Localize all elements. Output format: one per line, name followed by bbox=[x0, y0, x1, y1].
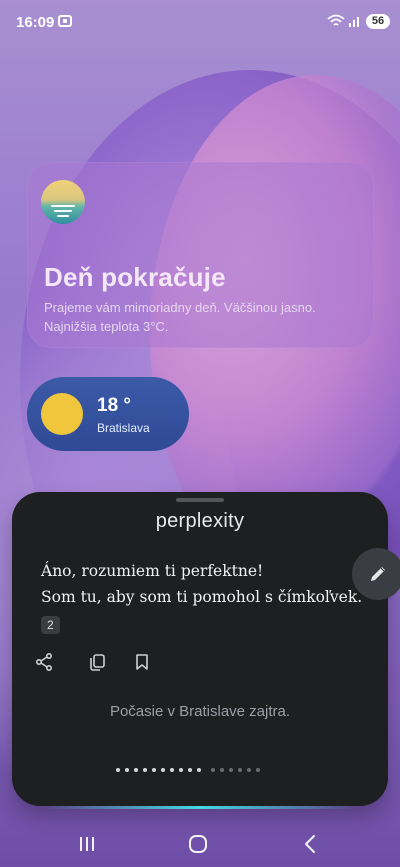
listening-indicator bbox=[42, 806, 358, 809]
weather-card-description: Prajeme vám mimoriadny deň. Väčšinou jas… bbox=[44, 300, 316, 334]
pagination-dot[interactable] bbox=[143, 768, 147, 772]
recent-apps-icon bbox=[80, 837, 94, 851]
drag-handle[interactable] bbox=[176, 498, 224, 502]
pagination-dot[interactable] bbox=[179, 768, 183, 772]
weather-city: Bratislava bbox=[97, 421, 150, 435]
pagination-dot[interactable] bbox=[170, 768, 174, 772]
assistant-answer: Áno, rozumiem ti perfektne! Som tu, aby … bbox=[41, 558, 381, 637]
bookmark-icon[interactable] bbox=[132, 652, 152, 672]
pagination-dot[interactable] bbox=[247, 768, 251, 772]
home-button[interactable] bbox=[178, 830, 218, 858]
weather-card[interactable]: Deň pokračuje Prajeme vám mimoriadny deň… bbox=[27, 162, 374, 348]
pagination-dot[interactable] bbox=[220, 768, 224, 772]
pagination-dot[interactable] bbox=[152, 768, 156, 772]
pagination-dot[interactable] bbox=[134, 768, 138, 772]
status-time: 16:09 bbox=[16, 14, 55, 31]
pagination-dot[interactable] bbox=[238, 768, 242, 772]
pagination-dot[interactable] bbox=[197, 768, 201, 772]
pagination-dot[interactable] bbox=[211, 768, 215, 772]
status-bar: 16:09 56 bbox=[0, 0, 400, 44]
share-icon[interactable] bbox=[34, 652, 54, 672]
home-icon bbox=[189, 835, 207, 853]
pagination-dot[interactable] bbox=[161, 768, 165, 772]
copy-icon[interactable] bbox=[88, 652, 108, 672]
pagination-dot[interactable] bbox=[229, 768, 233, 772]
assistant-sheet[interactable]: perplexity Áno, rozumiem ti perfektne! S… bbox=[12, 492, 388, 809]
weather-pill[interactable]: 18 ° Bratislava bbox=[27, 377, 189, 451]
answer-line: Som tu, aby som ti pomohol s čímkoľvek. bbox=[41, 588, 363, 606]
back-button[interactable] bbox=[290, 830, 330, 858]
weather-card-title: Deň pokračuje bbox=[44, 262, 226, 292]
screenshot-icon bbox=[58, 15, 72, 27]
source-badge[interactable]: 2 bbox=[41, 616, 60, 634]
signal-icon bbox=[349, 17, 359, 27]
edit-button[interactable] bbox=[352, 548, 400, 600]
wifi-icon bbox=[327, 14, 345, 26]
sunset-icon bbox=[41, 180, 85, 224]
pencil-icon bbox=[371, 567, 385, 581]
pagination-dot[interactable] bbox=[116, 768, 120, 772]
battery-icon: 56 bbox=[366, 14, 390, 29]
recent-apps-button[interactable] bbox=[67, 830, 107, 858]
assistant-brand: perplexity bbox=[155, 510, 245, 532]
answer-line: Áno, rozumiem ti perfektne! bbox=[41, 562, 264, 580]
pagination-dot[interactable] bbox=[188, 768, 192, 772]
suggestion-chip[interactable]: Počasie v Bratislave zajtra. bbox=[12, 703, 388, 720]
weather-temperature: 18 ° bbox=[97, 395, 132, 416]
pagination-dot[interactable] bbox=[125, 768, 129, 772]
back-icon bbox=[305, 835, 315, 853]
pagination-dot[interactable] bbox=[256, 768, 260, 772]
sun-icon bbox=[41, 393, 83, 435]
navigation-bar bbox=[0, 820, 400, 867]
